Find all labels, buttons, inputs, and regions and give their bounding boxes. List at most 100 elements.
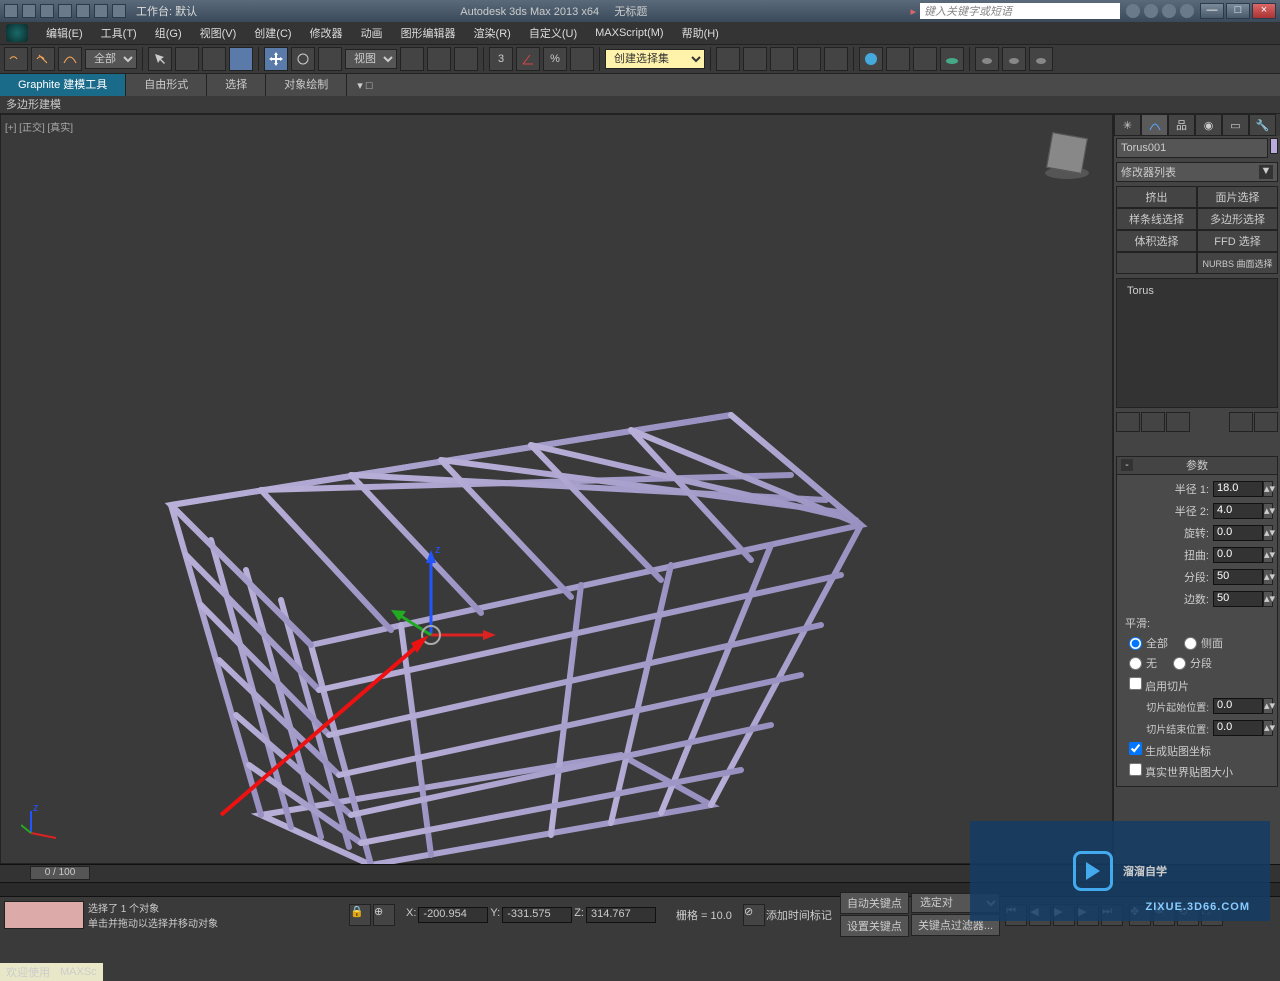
- spinner-slicefrom[interactable]: 0.0: [1213, 698, 1263, 714]
- modset-nurbs[interactable]: NURBS 曲面选择: [1197, 252, 1278, 274]
- snap-angle-icon[interactable]: [516, 47, 540, 71]
- pivot-icon[interactable]: [400, 47, 424, 71]
- mirror-icon[interactable]: [716, 47, 740, 71]
- setkey-button[interactable]: 设置关键点: [840, 915, 909, 937]
- undo-icon[interactable]: [76, 4, 90, 18]
- keyboard-shortcut-icon[interactable]: [454, 47, 478, 71]
- modifier-stack[interactable]: Torus: [1116, 278, 1278, 408]
- viewcube[interactable]: [1042, 135, 1092, 185]
- selection-filter-dropdown[interactable]: 全部: [85, 49, 137, 69]
- object-name-input[interactable]: [1116, 138, 1268, 158]
- ribbon-expand-icon[interactable]: ▾ □: [357, 79, 372, 92]
- teapot3-icon[interactable]: [1029, 47, 1053, 71]
- modset-patchsel[interactable]: 面片选择: [1197, 186, 1278, 208]
- spinbtn[interactable]: ▴▾: [1263, 591, 1273, 607]
- ribbon-tab-freeform[interactable]: 自由形式: [126, 74, 207, 96]
- align-icon[interactable]: [743, 47, 767, 71]
- spinner-segs[interactable]: 50: [1213, 569, 1263, 585]
- panel-tab-create[interactable]: ✳: [1114, 114, 1141, 136]
- lock-selection-icon[interactable]: 🔒: [349, 904, 371, 926]
- star-icon[interactable]: [1144, 4, 1158, 18]
- check-slice[interactable]: 启用切片: [1129, 677, 1189, 694]
- pin-stack-icon[interactable]: [1116, 412, 1140, 432]
- script-listener[interactable]: [4, 901, 84, 929]
- coord-x[interactable]: -200.954: [418, 907, 488, 923]
- remove-mod-icon[interactable]: [1229, 412, 1253, 432]
- menu-create[interactable]: 创建(C): [246, 25, 299, 41]
- panel-tab-display[interactable]: ▭: [1222, 114, 1249, 136]
- spinner-sides[interactable]: 50: [1213, 591, 1263, 607]
- render-frame-icon[interactable]: [913, 47, 937, 71]
- menu-tools[interactable]: 工具(T): [93, 25, 145, 41]
- coord-y[interactable]: -331.575: [502, 907, 572, 923]
- named-selection-set[interactable]: 创建选择集: [605, 49, 705, 69]
- minimize-button[interactable]: —: [1200, 3, 1224, 19]
- menu-render[interactable]: 渲染(R): [466, 25, 519, 41]
- viewport-label[interactable]: [+] [正交] [真实]: [5, 119, 73, 134]
- modset-polysel[interactable]: 多边形选择: [1197, 208, 1278, 230]
- rollout-header[interactable]: -参数: [1117, 457, 1277, 475]
- spinner-radius1[interactable]: 18.0: [1213, 481, 1263, 497]
- select-region-icon[interactable]: [202, 47, 226, 71]
- panel-tab-utilities[interactable]: 🔧: [1249, 114, 1276, 136]
- snap-spinner-icon[interactable]: [570, 47, 594, 71]
- panel-tab-motion[interactable]: ◉: [1195, 114, 1222, 136]
- render-setup-icon[interactable]: [886, 47, 910, 71]
- menu-grapheditors[interactable]: 图形编辑器: [393, 25, 464, 41]
- spinbtn[interactable]: ▴▾: [1263, 525, 1273, 541]
- spinner-sliceto[interactable]: 0.0: [1213, 720, 1263, 736]
- spinbtn[interactable]: ▴▾: [1263, 481, 1273, 497]
- info-icon[interactable]: [1126, 4, 1140, 18]
- spinner-rotation[interactable]: 0.0: [1213, 525, 1263, 541]
- manipulate-icon[interactable]: [427, 47, 451, 71]
- modset-splinesel[interactable]: 样条线选择: [1116, 208, 1197, 230]
- panel-tab-hierarchy[interactable]: 品: [1168, 114, 1195, 136]
- menu-maxscript[interactable]: MAXScript(M): [587, 27, 671, 39]
- scene-basket-model[interactable]: z: [91, 385, 891, 885]
- unlink-tool-icon[interactable]: [31, 47, 55, 71]
- radio-smooth-none[interactable]: 无: [1129, 655, 1157, 671]
- ribbon-tab-select[interactable]: 选择: [207, 74, 266, 96]
- stack-item-torus[interactable]: Torus: [1121, 283, 1273, 299]
- add-time-tag[interactable]: 添加时间标记: [766, 907, 832, 923]
- select-move-icon[interactable]: [264, 47, 288, 71]
- snap-percent-icon[interactable]: %: [543, 47, 567, 71]
- render-icon[interactable]: [940, 47, 964, 71]
- window-crossing-icon[interactable]: [229, 47, 253, 71]
- snap-3d-icon[interactable]: 3: [489, 47, 513, 71]
- menu-group[interactable]: 组(G): [147, 25, 190, 41]
- spinner-twist[interactable]: 0.0: [1213, 547, 1263, 563]
- menu-edit[interactable]: 编辑(E): [38, 25, 91, 41]
- modset-volsel[interactable]: 体积选择: [1116, 230, 1197, 252]
- menu-animation[interactable]: 动画: [353, 25, 391, 41]
- bind-spacewarp-icon[interactable]: [58, 47, 82, 71]
- maximize-button[interactable]: □: [1226, 3, 1250, 19]
- search-input[interactable]: 键入关键字或短语: [920, 3, 1120, 19]
- menu-modifiers[interactable]: 修改器: [302, 25, 351, 41]
- teapot1-icon[interactable]: [975, 47, 999, 71]
- new-icon[interactable]: [22, 4, 36, 18]
- radio-smooth-sides[interactable]: 侧面: [1184, 635, 1223, 651]
- ribbon-tab-paint[interactable]: 对象绘制: [266, 74, 347, 96]
- abs-rel-icon[interactable]: ⊕: [373, 904, 395, 926]
- time-tag-icon[interactable]: ⊘: [743, 904, 765, 926]
- radio-smooth-all[interactable]: 全部: [1129, 635, 1168, 651]
- workspace-label[interactable]: 工作台: 默认: [136, 3, 197, 19]
- ribbon-tab-graphite[interactable]: Graphite 建模工具: [0, 74, 126, 96]
- teapot2-icon[interactable]: [1002, 47, 1026, 71]
- curve-editor-icon[interactable]: [797, 47, 821, 71]
- menu-view[interactable]: 视图(V): [192, 25, 245, 41]
- show-result-icon[interactable]: [1141, 412, 1165, 432]
- time-slider-thumb[interactable]: 0 / 100: [30, 866, 90, 880]
- ref-coord-dropdown[interactable]: 视图: [345, 49, 397, 69]
- autokey-button[interactable]: 自动关键点: [840, 892, 909, 914]
- link-icon[interactable]: [112, 4, 126, 18]
- check-realworld[interactable]: 真实世界贴图大小: [1129, 763, 1233, 780]
- spinbtn[interactable]: ▴▾: [1263, 569, 1273, 585]
- save-icon[interactable]: [58, 4, 72, 18]
- close-button[interactable]: ×: [1252, 3, 1276, 19]
- modset-ffdsel[interactable]: FFD 选择: [1197, 230, 1278, 252]
- modset-extrude[interactable]: 挤出: [1116, 186, 1197, 208]
- menu-help[interactable]: 帮助(H): [674, 25, 727, 41]
- select-rotate-icon[interactable]: [291, 47, 315, 71]
